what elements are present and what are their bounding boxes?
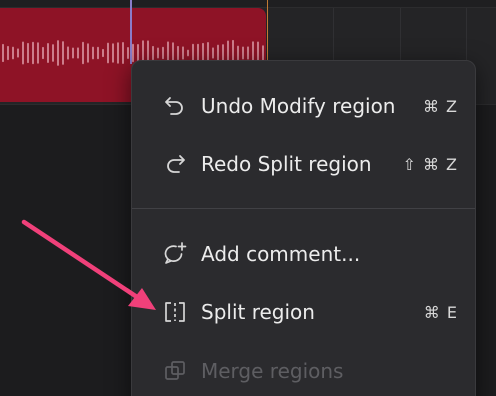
waveform-bar xyxy=(247,46,249,60)
menu-item-label: Undo Modify region xyxy=(201,94,396,118)
waveform-bar xyxy=(122,42,124,64)
menu-item-label: Redo Split region xyxy=(201,152,372,176)
waveform-bar xyxy=(262,45,264,61)
waveform-bar xyxy=(67,46,69,60)
waveform-bar xyxy=(127,47,129,59)
playhead[interactable] xyxy=(130,0,132,64)
context-menu: Undo Modify region ⌘ Z Redo Split region… xyxy=(131,60,476,396)
waveform-bar xyxy=(82,41,84,65)
waveform-bar xyxy=(157,47,159,59)
menu-item-label: Merge regions xyxy=(201,359,344,383)
waveform-bar xyxy=(52,44,54,62)
merge-regions-icon xyxy=(165,361,185,380)
waveform-bar xyxy=(7,45,9,61)
waveform-bar xyxy=(2,43,4,63)
waveform-bar xyxy=(177,45,179,61)
waveform-bar xyxy=(12,46,14,60)
waveform-bar xyxy=(47,43,49,63)
split-region-icon xyxy=(165,302,185,322)
waveform-bar xyxy=(152,45,154,61)
waveform-bar xyxy=(132,43,134,63)
menu-item-redo[interactable]: Redo Split region ⇧ ⌘ Z xyxy=(132,139,475,189)
waveform-bar xyxy=(22,41,24,65)
menu-item-shortcut: ⇧ ⌘ Z xyxy=(402,154,458,174)
undo-icon xyxy=(165,97,183,115)
waveform-bar xyxy=(182,46,184,60)
redo-icon xyxy=(167,155,185,173)
waveform-bar xyxy=(237,45,239,61)
waveform-bar xyxy=(162,46,164,60)
waveform-bar xyxy=(117,42,119,64)
waveform-bar xyxy=(107,42,109,64)
waveform-bar xyxy=(217,44,219,62)
waveform-bar xyxy=(77,47,79,59)
arrow-shaft xyxy=(21,219,143,302)
waveform-bar xyxy=(112,43,114,63)
waveform-bar xyxy=(242,46,244,60)
menu-item-merge-regions[interactable]: Merge regions xyxy=(132,346,475,396)
menu-item-shortcut: ⌘ E xyxy=(423,302,458,322)
menu-item-undo[interactable]: Undo Modify region ⌘ Z xyxy=(132,81,475,131)
waveform-bar xyxy=(27,42,29,64)
menu-item-label: Add comment... xyxy=(201,242,361,266)
timeline-ruler[interactable] xyxy=(0,0,496,8)
waveform-bar xyxy=(57,40,59,66)
waveform-bar xyxy=(32,41,34,65)
waveform-bar xyxy=(102,48,104,58)
region-edge-marker[interactable] xyxy=(267,0,268,60)
waveform-bar xyxy=(87,43,89,63)
menu-separator xyxy=(132,208,475,209)
menu-item-shortcut: ⌘ Z xyxy=(422,96,458,116)
menu-item-add-comment[interactable]: Add comment... xyxy=(132,229,475,279)
menu-item-split-region[interactable]: Split region ⌘ E xyxy=(132,287,475,337)
waveform-bar xyxy=(62,41,64,65)
waveform-bar xyxy=(97,46,99,60)
menu-item-label: Split region xyxy=(201,300,315,324)
waveform-bar xyxy=(72,47,74,59)
waveform-bar xyxy=(42,46,44,60)
add-comment-icon xyxy=(164,242,187,264)
waveform-bar xyxy=(187,49,189,57)
editor-canvas: Undo Modify region ⌘ Z Redo Split region… xyxy=(0,0,496,396)
waveform-bar xyxy=(17,48,19,58)
waveform-bar xyxy=(212,47,214,59)
waveform-bar xyxy=(37,42,39,64)
waveform-bar xyxy=(92,46,94,60)
